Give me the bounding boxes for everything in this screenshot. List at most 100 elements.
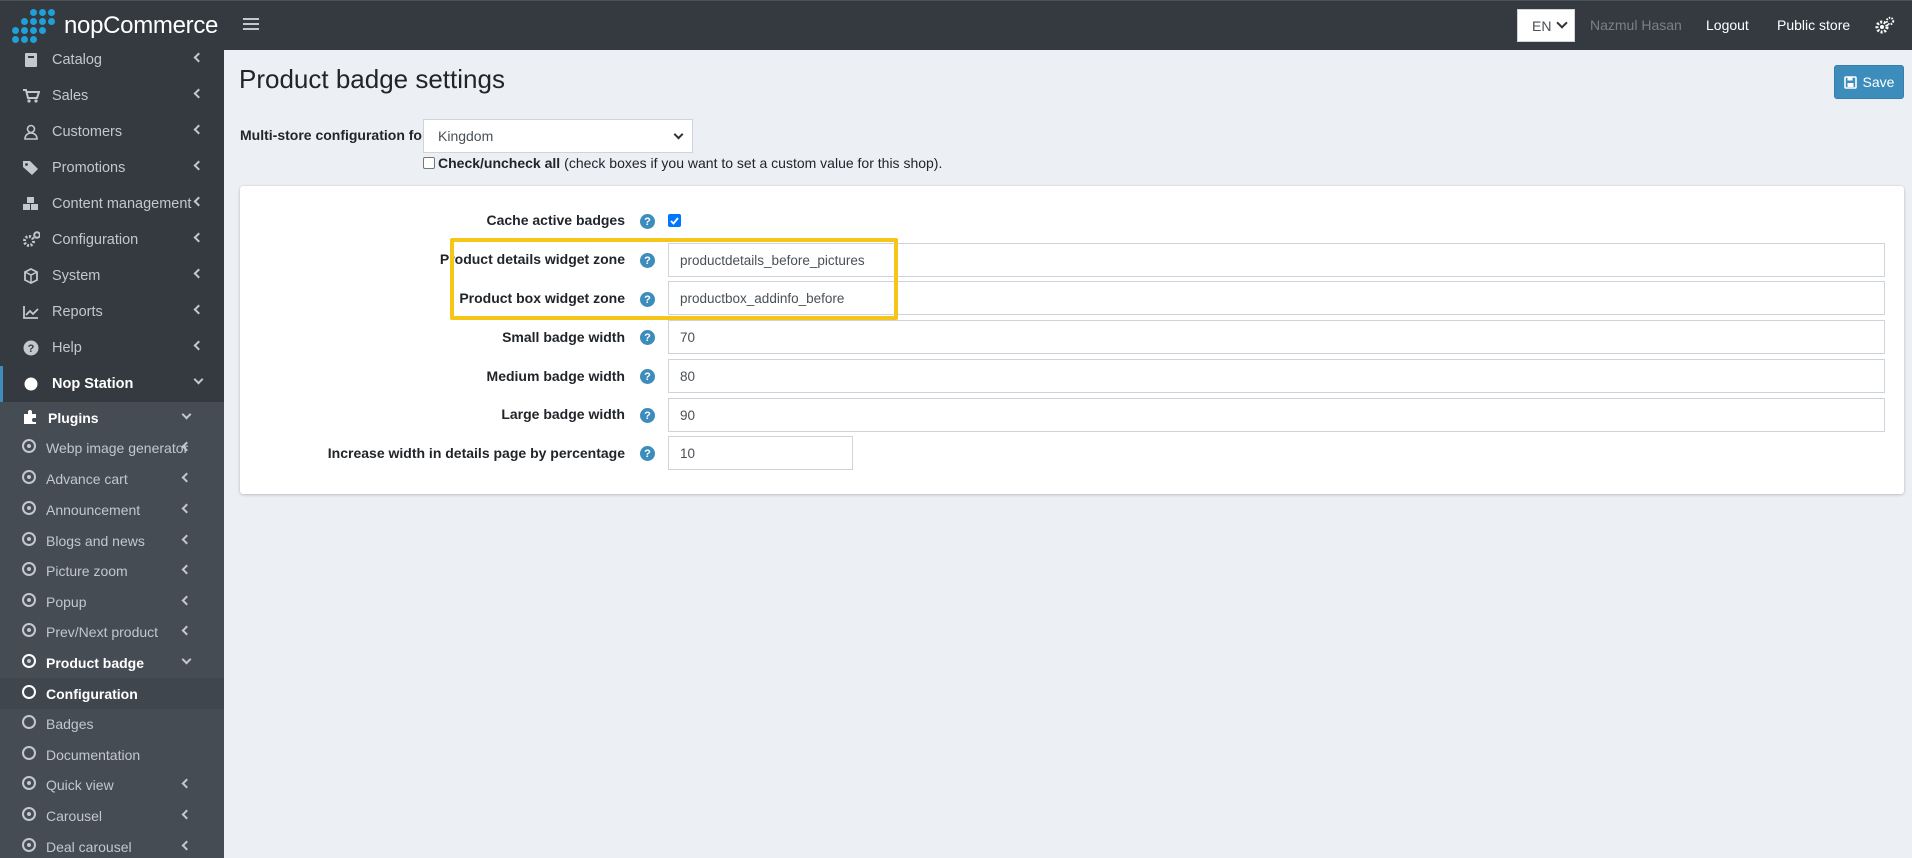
small-badge-width-input[interactable]: 70 [668,320,1885,354]
multistore-label: Multi-store configuration for [240,127,428,143]
chevron-left-icon [193,196,204,207]
sidebar-item-deal-carousel[interactable]: Deal carousel [0,831,224,858]
sidebar-item-configuration[interactable]: Configuration [0,222,224,258]
nop-station-submenu: Plugins Webp image generator Advance car… [0,402,224,858]
sidebar-item-system[interactable]: System [0,258,224,294]
language-select[interactable]: EN [1517,9,1575,42]
sidebar-item-label: Promotions [52,160,126,176]
circle-outline-icon [22,715,36,732]
dot-circle-icon [22,439,36,456]
medium-badge-width-label: Medium badge width [486,368,625,384]
help-icon[interactable]: ? [640,330,655,345]
chevron-left-icon [193,88,204,99]
book-icon [22,51,40,69]
sidebar-item-label: Documentation [46,746,141,763]
sidebar-item-label: Webp image generator [46,439,189,456]
sidebar-item-label: Customers [52,124,123,140]
sidebar-item-announcement[interactable]: Announcement [0,494,224,525]
sidebar-item-pb-configuration[interactable]: Configuration [0,678,224,709]
chevron-left-icon [193,232,204,243]
sidebar-item-promotions[interactable]: Promotions [0,150,224,186]
sidebar-item-content-management[interactable]: Content management [0,186,224,222]
help-icon[interactable]: ? [640,369,655,384]
dot-circle-icon [22,532,36,549]
public-store-link[interactable]: Public store [1777,17,1850,33]
sidebar-item-carousel[interactable]: Carousel [0,800,224,831]
sidebar-item-sales[interactable]: Sales [0,78,224,114]
check-all-label[interactable]: Check/uncheck all [438,155,560,171]
help-icon[interactable]: ? [640,446,655,461]
sidebar-item-webp[interactable]: Webp image generator [0,432,224,463]
cubes-icon [22,195,40,213]
sidebar-item-product-badge[interactable]: Product badge [0,647,224,678]
chevron-left-icon [193,52,204,63]
circle-outline-icon [22,685,36,702]
large-badge-width-input[interactable]: 90 [668,398,1885,432]
check-all-checkbox[interactable] [423,157,435,169]
increase-width-input[interactable]: 10 [668,436,853,470]
sidebar-item-catalog[interactable]: Catalog [0,50,224,78]
dot-circle-icon [22,776,36,793]
sidebar-item-picture-zoom[interactable]: Picture zoom [0,555,224,586]
user-name: Nazmul Hasan [1590,17,1682,33]
sidebar-item-label: Prev/Next product [46,623,159,640]
multistore-value: Kingdom [438,128,494,144]
page-title: Product badge settings [239,64,505,94]
language-value: EN [1532,17,1552,34]
dot-circle-icon [22,470,36,487]
chevron-left-icon [181,472,192,483]
dot-circle-icon [22,501,36,518]
sidebar-item-label: Nop Station [52,376,134,392]
chevron-left-icon [193,304,204,315]
circle-icon [22,375,40,393]
question-icon: ? [22,339,40,357]
sidebar-item-quick-view[interactable]: Quick view [0,769,224,800]
chevron-down-icon [181,409,192,420]
large-badge-width-label: Large badge width [501,406,625,422]
circle-outline-icon [22,746,36,763]
cache-active-badges-label: Cache active badges [486,212,625,228]
cache-active-badges-checkbox[interactable] [668,214,681,227]
sidebar-item-label: Picture zoom [46,562,128,579]
chevron-down-icon [673,129,684,140]
save-button[interactable]: Save [1834,65,1904,99]
sidebar-item-pb-documentation[interactable]: Documentation [0,739,224,770]
sidebar-item-label: Catalog [52,52,102,68]
chevron-left-icon [193,268,204,279]
logo-dots-icon [10,9,58,43]
sidebar-item-prev-next[interactable]: Prev/Next product [0,616,224,647]
sidebar-item-label: Blogs and news [46,532,145,549]
dot-circle-icon [22,593,36,610]
menu-toggle-icon[interactable] [243,15,259,35]
cogs-icon[interactable] [1875,16,1895,36]
sidebar-item-pb-badges[interactable]: Badges [0,708,224,739]
help-icon[interactable]: ? [640,214,655,229]
multistore-select[interactable]: Kingdom [423,119,693,153]
sidebar-item-help[interactable]: ? Help [0,330,224,366]
logout-link[interactable]: Logout [1706,17,1749,33]
help-icon[interactable]: ? [640,408,655,423]
sidebar: Catalog Sales Customers Promotions Conte… [0,50,224,858]
dot-circle-icon [22,654,36,671]
sidebar-item-reports[interactable]: Reports [0,294,224,330]
chevron-left-icon [181,809,192,820]
nopcommerce-logo[interactable]: nopCommerce [0,1,224,51]
chevron-left-icon [181,778,192,789]
sidebar-item-label: Announcement [46,501,141,518]
sidebar-item-blogs[interactable]: Blogs and news [0,525,224,556]
chevron-left-icon [181,595,192,606]
chevron-left-icon [193,160,204,171]
sidebar-item-customers[interactable]: Customers [0,114,224,150]
chevron-left-icon [181,534,192,545]
sidebar-item-label: Reports [52,304,103,320]
sidebar-item-label: Advance cart [46,470,128,487]
sidebar-item-plugins[interactable]: Plugins [0,402,224,434]
sidebar-item-advance-cart[interactable]: Advance cart [0,463,224,494]
save-button-label: Save [1862,74,1895,90]
sidebar-item-label: Content management [52,196,192,212]
logo-text: nopCommerce [64,12,219,39]
sidebar-item-popup[interactable]: Popup [0,586,224,617]
increase-width-label: Increase width in details page by percen… [327,445,625,461]
medium-badge-width-input[interactable]: 80 [668,359,1885,393]
sidebar-item-nop-station[interactable]: Nop Station [0,366,224,402]
